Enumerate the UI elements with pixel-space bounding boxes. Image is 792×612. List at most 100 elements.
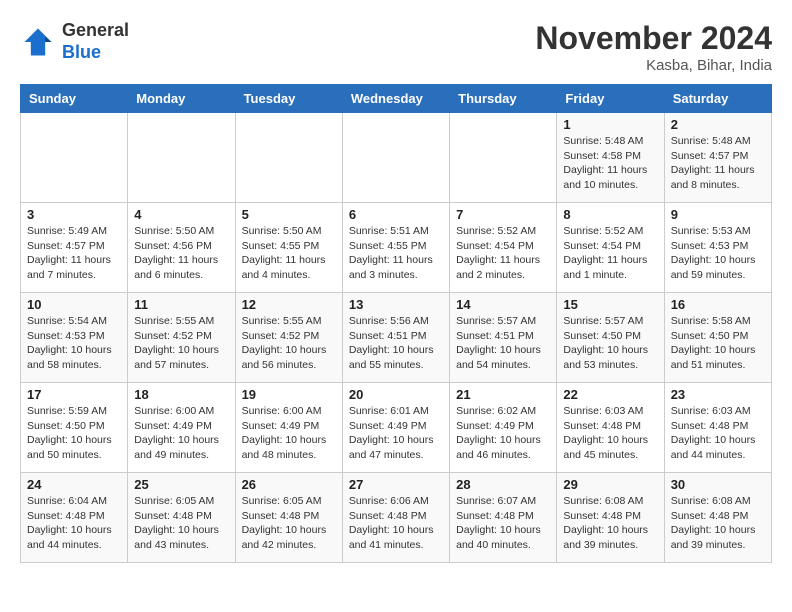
col-header-thursday: Thursday: [450, 85, 557, 113]
day-cell: 28Sunrise: 6:07 AM Sunset: 4:48 PM Dayli…: [450, 473, 557, 563]
header: General Blue November 2024 Kasba, Bihar,…: [20, 20, 772, 74]
day-cell: [128, 113, 235, 203]
day-cell: 16 Sunrise: 5:58 AM Sunset: 4:50 PM Dayli…: [664, 293, 771, 383]
day-cell: 1 Sunrise: 5:48 AM Sunset: 4:58 PM Daylig…: [557, 113, 664, 203]
day-info: Sunrise: 6:08 AM Sunset: 4:48 PM Dayligh…: [671, 494, 765, 553]
day-number: 19: [242, 387, 336, 402]
day-cell: 25 Sunrise: 6:05 AM Sunset: 4:48 PM Dayli…: [128, 473, 235, 563]
col-header-wednesday: Wednesday: [342, 85, 449, 113]
day-cell: 13Sunrise: 5:56 AM Sunset: 4:51 PM Dayli…: [342, 293, 449, 383]
day-number: 27: [349, 477, 443, 492]
day-info: Sunrise: 5:50 AM Sunset: 4:56 PM Dayligh…: [134, 224, 228, 283]
day-info: Sunrise: 5:58 AM Sunset: 4:50 PM Dayligh…: [671, 314, 765, 373]
day-info: Sunrise: 6:03 AM Sunset: 4:48 PM Dayligh…: [563, 404, 657, 463]
day-cell: 20 Sunrise: 6:01 AM Sunset: 4:49 PM Dayli…: [342, 383, 449, 473]
day-number: 15: [563, 297, 657, 312]
month-title: November 2024: [535, 20, 772, 57]
day-info: Sunrise: 6:08 AM Sunset: 4:48 PM Dayligh…: [563, 494, 657, 553]
day-cell: 12 Sunrise: 5:55 AM Sunset: 4:52 PM Dayli…: [235, 293, 342, 383]
day-info: Sunrise: 5:48 AM Sunset: 4:58 PM Dayligh…: [563, 134, 657, 193]
day-cell: [21, 113, 128, 203]
day-cell: 6 Sunrise: 5:51 AM Sunset: 4:55 PM Daylig…: [342, 203, 449, 293]
day-cell: 11Sunrise: 5:55 AM Sunset: 4:52 PM Dayli…: [128, 293, 235, 383]
col-header-tuesday: Tuesday: [235, 85, 342, 113]
col-header-monday: Monday: [128, 85, 235, 113]
day-info: Sunrise: 6:05 AM Sunset: 4:48 PM Dayligh…: [242, 494, 336, 553]
day-info: Sunrise: 6:05 AM Sunset: 4:48 PM Dayligh…: [134, 494, 228, 553]
day-number: 25: [134, 477, 228, 492]
day-cell: 21 Sunrise: 6:02 AM Sunset: 4:49 PM Dayli…: [450, 383, 557, 473]
week-row-4: 17 Sunrise: 5:59 AM Sunset: 4:50 PM Dayli…: [21, 383, 772, 473]
col-header-saturday: Saturday: [664, 85, 771, 113]
day-number: 29: [563, 477, 657, 492]
day-cell: 4 Sunrise: 5:50 AM Sunset: 4:56 PM Daylig…: [128, 203, 235, 293]
week-row-2: 3 Sunrise: 5:49 AM Sunset: 4:57 PM Daylig…: [21, 203, 772, 293]
day-number: 24: [27, 477, 121, 492]
day-number: 13: [349, 297, 443, 312]
day-number: 3: [27, 207, 121, 222]
day-cell: 17 Sunrise: 5:59 AM Sunset: 4:50 PM Dayli…: [21, 383, 128, 473]
day-number: 21: [456, 387, 550, 402]
day-number: 8: [563, 207, 657, 222]
day-number: 2: [671, 117, 765, 132]
col-header-sunday: Sunday: [21, 85, 128, 113]
day-cell: 3 Sunrise: 5:49 AM Sunset: 4:57 PM Daylig…: [21, 203, 128, 293]
day-number: 11: [134, 297, 228, 312]
day-number: 18: [134, 387, 228, 402]
day-info: Sunrise: 6:07 AM Sunset: 4:48 PM Dayligh…: [456, 494, 550, 553]
day-cell: 15 Sunrise: 5:57 AM Sunset: 4:50 PM Dayli…: [557, 293, 664, 383]
day-info: Sunrise: 6:00 AM Sunset: 4:49 PM Dayligh…: [242, 404, 336, 463]
day-number: 20: [349, 387, 443, 402]
day-cell: [235, 113, 342, 203]
day-number: 16: [671, 297, 765, 312]
day-info: Sunrise: 6:00 AM Sunset: 4:49 PM Dayligh…: [134, 404, 228, 463]
day-cell: 27 Sunrise: 6:06 AM Sunset: 4:48 PM Dayli…: [342, 473, 449, 563]
day-cell: 29 Sunrise: 6:08 AM Sunset: 4:48 PM Dayli…: [557, 473, 664, 563]
day-cell: [342, 113, 449, 203]
day-info: Sunrise: 6:04 AM Sunset: 4:48 PM Dayligh…: [27, 494, 121, 553]
day-cell: [450, 113, 557, 203]
day-info: Sunrise: 5:52 AM Sunset: 4:54 PM Dayligh…: [563, 224, 657, 283]
day-cell: 5Sunrise: 5:50 AM Sunset: 4:55 PM Daylig…: [235, 203, 342, 293]
day-cell: 26 Sunrise: 6:05 AM Sunset: 4:48 PM Dayli…: [235, 473, 342, 563]
day-cell: 23Sunrise: 6:03 AM Sunset: 4:48 PM Dayli…: [664, 383, 771, 473]
day-number: 4: [134, 207, 228, 222]
day-info: Sunrise: 5:54 AM Sunset: 4:53 PM Dayligh…: [27, 314, 121, 373]
subtitle: Kasba, Bihar, India: [535, 57, 772, 74]
day-cell: 30Sunrise: 6:08 AM Sunset: 4:48 PM Dayli…: [664, 473, 771, 563]
day-cell: 19 Sunrise: 6:00 AM Sunset: 4:49 PM Dayli…: [235, 383, 342, 473]
day-cell: 8 Sunrise: 5:52 AM Sunset: 4:54 PM Daylig…: [557, 203, 664, 293]
day-info: Sunrise: 5:48 AM Sunset: 4:57 PM Dayligh…: [671, 134, 765, 193]
day-info: Sunrise: 6:02 AM Sunset: 4:49 PM Dayligh…: [456, 404, 550, 463]
week-row-1: 1 Sunrise: 5:48 AM Sunset: 4:58 PM Daylig…: [21, 113, 772, 203]
day-number: 22: [563, 387, 657, 402]
day-number: 9: [671, 207, 765, 222]
day-number: 6: [349, 207, 443, 222]
logo-icon: [20, 24, 56, 60]
day-number: 1: [563, 117, 657, 132]
day-info: Sunrise: 5:51 AM Sunset: 4:55 PM Dayligh…: [349, 224, 443, 283]
day-number: 10: [27, 297, 121, 312]
day-info: Sunrise: 5:52 AM Sunset: 4:54 PM Dayligh…: [456, 224, 550, 283]
day-info: Sunrise: 5:49 AM Sunset: 4:57 PM Dayligh…: [27, 224, 121, 283]
title-block: November 2024 Kasba, Bihar, India: [535, 20, 772, 74]
day-info: Sunrise: 5:57 AM Sunset: 4:50 PM Dayligh…: [563, 314, 657, 373]
day-number: 26: [242, 477, 336, 492]
day-cell: 7 Sunrise: 5:52 AM Sunset: 4:54 PM Daylig…: [450, 203, 557, 293]
day-info: Sunrise: 6:06 AM Sunset: 4:48 PM Dayligh…: [349, 494, 443, 553]
day-info: Sunrise: 6:03 AM Sunset: 4:48 PM Dayligh…: [671, 404, 765, 463]
day-cell: 9 Sunrise: 5:53 AM Sunset: 4:53 PM Daylig…: [664, 203, 771, 293]
day-number: 12: [242, 297, 336, 312]
day-info: Sunrise: 5:50 AM Sunset: 4:55 PM Dayligh…: [242, 224, 336, 283]
day-number: 7: [456, 207, 550, 222]
day-info: Sunrise: 5:53 AM Sunset: 4:53 PM Dayligh…: [671, 224, 765, 283]
col-header-friday: Friday: [557, 85, 664, 113]
day-cell: 22 Sunrise: 6:03 AM Sunset: 4:48 PM Dayli…: [557, 383, 664, 473]
day-cell: 14Sunrise: 5:57 AM Sunset: 4:51 PM Dayli…: [450, 293, 557, 383]
day-info: Sunrise: 5:59 AM Sunset: 4:50 PM Dayligh…: [27, 404, 121, 463]
week-row-5: 24 Sunrise: 6:04 AM Sunset: 4:48 PM Dayli…: [21, 473, 772, 563]
day-info: Sunrise: 5:55 AM Sunset: 4:52 PM Dayligh…: [242, 314, 336, 373]
day-number: 17: [27, 387, 121, 402]
day-info: Sunrise: 5:57 AM Sunset: 4:51 PM Dayligh…: [456, 314, 550, 373]
day-info: Sunrise: 6:01 AM Sunset: 4:49 PM Dayligh…: [349, 404, 443, 463]
